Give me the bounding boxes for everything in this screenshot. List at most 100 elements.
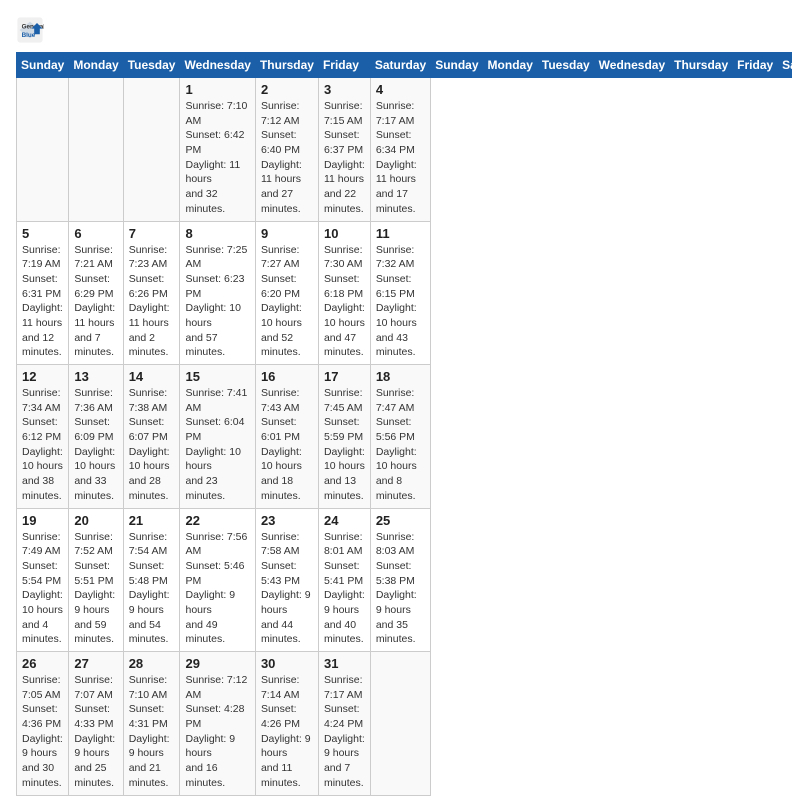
cell-content: Sunrise: 7:47 AM Sunset: 5:56 PM Dayligh…	[376, 386, 425, 504]
cell-content: Sunrise: 7:41 AM Sunset: 6:04 PM Dayligh…	[185, 386, 249, 504]
calendar-week-row: 12 Sunrise: 7:34 AM Sunset: 6:12 PM Dayli…	[17, 365, 792, 509]
day-number: 17	[324, 369, 365, 384]
cell-content: Sunrise: 7:17 AM Sunset: 6:34 PM Dayligh…	[376, 99, 425, 217]
calendar-cell: 21Sunrise: 7:54 AM Sunset: 5:48 PM Dayli…	[123, 508, 180, 652]
calendar-cell: 31 Sunrise: 7:17 AM Sunset: 4:24 PM Dayli…	[318, 652, 370, 796]
day-number: 5	[22, 226, 63, 241]
day-number: 4	[376, 82, 425, 97]
day-number: 31	[324, 656, 365, 671]
cell-content: Sunrise: 7:36 AM Sunset: 6:09 PM Dayligh…	[74, 386, 117, 504]
calendar-cell: 20Sunrise: 7:52 AM Sunset: 5:51 PM Dayli…	[69, 508, 123, 652]
weekday-header-wednesday: Wednesday	[594, 53, 669, 78]
calendar-cell: 5Sunrise: 7:19 AM Sunset: 6:31 PM Daylig…	[17, 221, 69, 365]
logo-icon: General Blue	[16, 16, 44, 44]
day-number: 6	[74, 226, 117, 241]
calendar-cell: 22 Sunrise: 7:56 AM Sunset: 5:46 PM Dayli…	[180, 508, 255, 652]
cell-content: Sunrise: 7:12 AM Sunset: 4:28 PM Dayligh…	[185, 673, 249, 791]
day-number: 12	[22, 369, 63, 384]
cell-content: Sunrise: 7:43 AM Sunset: 6:01 PM Dayligh…	[261, 386, 313, 504]
weekday-header-sunday: Sunday	[431, 53, 483, 78]
logo: General Blue	[16, 16, 48, 44]
day-number: 10	[324, 226, 365, 241]
day-number: 11	[376, 226, 425, 241]
calendar-cell: 25Sunrise: 8:03 AM Sunset: 5:38 PM Dayli…	[370, 508, 430, 652]
cell-content: Sunrise: 8:03 AM Sunset: 5:38 PM Dayligh…	[376, 530, 425, 648]
day-number: 22	[185, 513, 249, 528]
weekday-header-sunday: Sunday	[17, 53, 69, 78]
calendar-cell: 12 Sunrise: 7:34 AM Sunset: 6:12 PM Dayli…	[17, 365, 69, 509]
calendar-cell: 13Sunrise: 7:36 AM Sunset: 6:09 PM Dayli…	[69, 365, 123, 509]
weekday-header-thursday: Thursday	[255, 53, 318, 78]
day-number: 26	[22, 656, 63, 671]
calendar-week-row: 5Sunrise: 7:19 AM Sunset: 6:31 PM Daylig…	[17, 221, 792, 365]
cell-content: Sunrise: 7:25 AM Sunset: 6:23 PM Dayligh…	[185, 243, 249, 361]
calendar-cell: 10 Sunrise: 7:30 AM Sunset: 6:18 PM Dayli…	[318, 221, 370, 365]
day-number: 27	[74, 656, 117, 671]
cell-content: Sunrise: 7:30 AM Sunset: 6:18 PM Dayligh…	[324, 243, 365, 361]
calendar-cell: 1 Sunrise: 7:10 AM Sunset: 6:42 PM Daylig…	[180, 78, 255, 222]
calendar-cell: 23 Sunrise: 7:58 AM Sunset: 5:43 PM Dayli…	[255, 508, 318, 652]
day-number: 9	[261, 226, 313, 241]
page-header: General Blue	[16, 16, 776, 44]
calendar-week-row: 1 Sunrise: 7:10 AM Sunset: 6:42 PM Daylig…	[17, 78, 792, 222]
calendar-week-row: 26 Sunrise: 7:05 AM Sunset: 4:36 PM Dayli…	[17, 652, 792, 796]
cell-content: Sunrise: 8:01 AM Sunset: 5:41 PM Dayligh…	[324, 530, 365, 648]
weekday-header-monday: Monday	[69, 53, 123, 78]
cell-content: Sunrise: 7:56 AM Sunset: 5:46 PM Dayligh…	[185, 530, 249, 648]
day-number: 3	[324, 82, 365, 97]
calendar-cell: 27Sunrise: 7:07 AM Sunset: 4:33 PM Dayli…	[69, 652, 123, 796]
day-number: 28	[129, 656, 175, 671]
day-number: 23	[261, 513, 313, 528]
calendar-cell: 17 Sunrise: 7:45 AM Sunset: 5:59 PM Dayli…	[318, 365, 370, 509]
day-number: 1	[185, 82, 249, 97]
calendar-cell: 4 Sunrise: 7:17 AM Sunset: 6:34 PM Daylig…	[370, 78, 430, 222]
calendar-cell: 18 Sunrise: 7:47 AM Sunset: 5:56 PM Dayli…	[370, 365, 430, 509]
calendar-cell: 28 Sunrise: 7:10 AM Sunset: 4:31 PM Dayli…	[123, 652, 180, 796]
svg-text:Blue: Blue	[22, 32, 36, 39]
cell-content: Sunrise: 7:38 AM Sunset: 6:07 PM Dayligh…	[129, 386, 175, 504]
weekday-header-thursday: Thursday	[670, 53, 733, 78]
calendar-cell: 30Sunrise: 7:14 AM Sunset: 4:26 PM Dayli…	[255, 652, 318, 796]
calendar-cell	[69, 78, 123, 222]
cell-content: Sunrise: 7:14 AM Sunset: 4:26 PM Dayligh…	[261, 673, 313, 791]
cell-content: Sunrise: 7:49 AM Sunset: 5:54 PM Dayligh…	[22, 530, 63, 648]
cell-content: Sunrise: 7:58 AM Sunset: 5:43 PM Dayligh…	[261, 530, 313, 648]
cell-content: Sunrise: 7:34 AM Sunset: 6:12 PM Dayligh…	[22, 386, 63, 504]
calendar-cell: 15 Sunrise: 7:41 AM Sunset: 6:04 PM Dayli…	[180, 365, 255, 509]
calendar-cell	[370, 652, 430, 796]
weekday-header-saturday: Saturday	[778, 53, 792, 78]
cell-content: Sunrise: 7:17 AM Sunset: 4:24 PM Dayligh…	[324, 673, 365, 791]
cell-content: Sunrise: 7:52 AM Sunset: 5:51 PM Dayligh…	[74, 530, 117, 648]
calendar-cell: 16Sunrise: 7:43 AM Sunset: 6:01 PM Dayli…	[255, 365, 318, 509]
calendar-cell	[17, 78, 69, 222]
calendar-cell: 7 Sunrise: 7:23 AM Sunset: 6:26 PM Daylig…	[123, 221, 180, 365]
weekday-header-wednesday: Wednesday	[180, 53, 255, 78]
day-number: 14	[129, 369, 175, 384]
cell-content: Sunrise: 7:21 AM Sunset: 6:29 PM Dayligh…	[74, 243, 117, 361]
cell-content: Sunrise: 7:10 AM Sunset: 4:31 PM Dayligh…	[129, 673, 175, 791]
day-number: 8	[185, 226, 249, 241]
weekday-header-monday: Monday	[483, 53, 537, 78]
cell-content: Sunrise: 7:05 AM Sunset: 4:36 PM Dayligh…	[22, 673, 63, 791]
day-number: 19	[22, 513, 63, 528]
weekday-header-saturday: Saturday	[370, 53, 430, 78]
calendar-header-row: SundayMondayTuesdayWednesdayThursdayFrid…	[17, 53, 792, 78]
day-number: 29	[185, 656, 249, 671]
cell-content: Sunrise: 7:45 AM Sunset: 5:59 PM Dayligh…	[324, 386, 365, 504]
cell-content: Sunrise: 7:10 AM Sunset: 6:42 PM Dayligh…	[185, 99, 249, 217]
calendar-cell: 11 Sunrise: 7:32 AM Sunset: 6:15 PM Dayli…	[370, 221, 430, 365]
calendar-cell: 19 Sunrise: 7:49 AM Sunset: 5:54 PM Dayli…	[17, 508, 69, 652]
day-number: 7	[129, 226, 175, 241]
cell-content: Sunrise: 7:23 AM Sunset: 6:26 PM Dayligh…	[129, 243, 175, 361]
day-number: 24	[324, 513, 365, 528]
weekday-header-friday: Friday	[318, 53, 370, 78]
day-number: 21	[129, 513, 175, 528]
cell-content: Sunrise: 7:12 AM Sunset: 6:40 PM Dayligh…	[261, 99, 313, 217]
calendar-cell: 6 Sunrise: 7:21 AM Sunset: 6:29 PM Daylig…	[69, 221, 123, 365]
calendar-cell: 26 Sunrise: 7:05 AM Sunset: 4:36 PM Dayli…	[17, 652, 69, 796]
day-number: 15	[185, 369, 249, 384]
cell-content: Sunrise: 7:32 AM Sunset: 6:15 PM Dayligh…	[376, 243, 425, 361]
calendar-cell: 24 Sunrise: 8:01 AM Sunset: 5:41 PM Dayli…	[318, 508, 370, 652]
weekday-header-friday: Friday	[733, 53, 778, 78]
day-number: 18	[376, 369, 425, 384]
